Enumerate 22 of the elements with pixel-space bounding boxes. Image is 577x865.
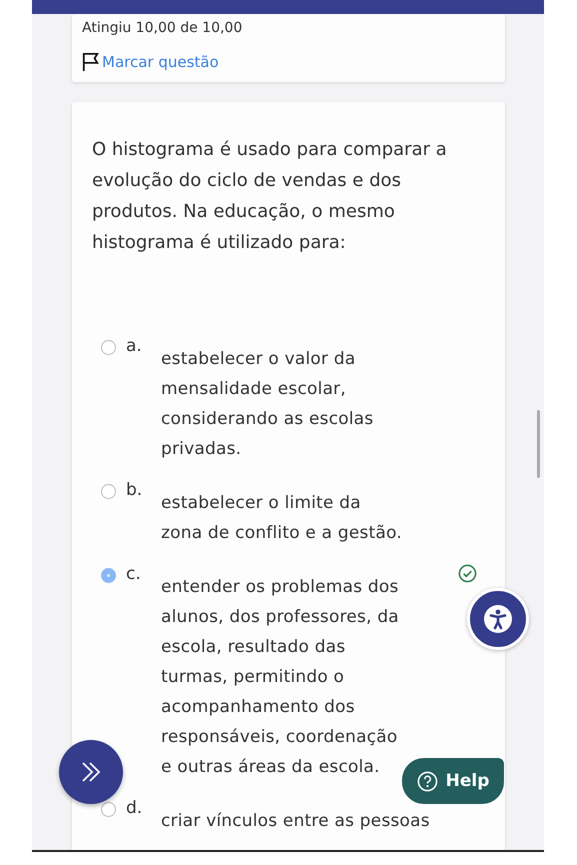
accessibility-icon: [483, 604, 513, 634]
option-text: estabelecer o valor da mensalidade escolar, considerando as escolas privadas.: [161, 348, 374, 461]
grade-text: Atingiu 10,00 de 10,00: [82, 19, 244, 38]
option-letter: c.: [126, 564, 142, 584]
radio-button[interactable]: [101, 568, 116, 583]
double-chevron-icon: [80, 761, 102, 783]
scrollbar[interactable]: [537, 410, 540, 478]
question-text: O histograma é usado para comparar a evolução do ciclo de vendas e dos produtos. Na educação, o mesmo histograma é utilizado para:: [92, 138, 448, 255]
radio-button[interactable]: [101, 340, 116, 355]
flag-icon: [82, 52, 100, 72]
option-letter: d.: [126, 798, 144, 818]
option-text: estabelecer o limite da zona de conflito e a gestão.: [161, 492, 403, 545]
accessibility-button[interactable]: [467, 588, 529, 650]
flag-question-link[interactable]: Marcar questão: [102, 53, 219, 71]
question-icon: [416, 770, 438, 792]
option-text: entender os problemas dos alunos, dos professores, da escola, resultado das turmas, permitindo o acompanhamento dos responsáveis, coordenação e outras áreas da escola.: [161, 576, 400, 779]
option-text: criar vínculos entre as pessoas: [161, 810, 431, 833]
help-button[interactable]: Help: [402, 758, 504, 804]
option-letter: a.: [126, 336, 143, 356]
option-letter: b.: [126, 480, 144, 500]
radio-button[interactable]: [101, 484, 116, 499]
radio-button[interactable]: [101, 802, 116, 817]
